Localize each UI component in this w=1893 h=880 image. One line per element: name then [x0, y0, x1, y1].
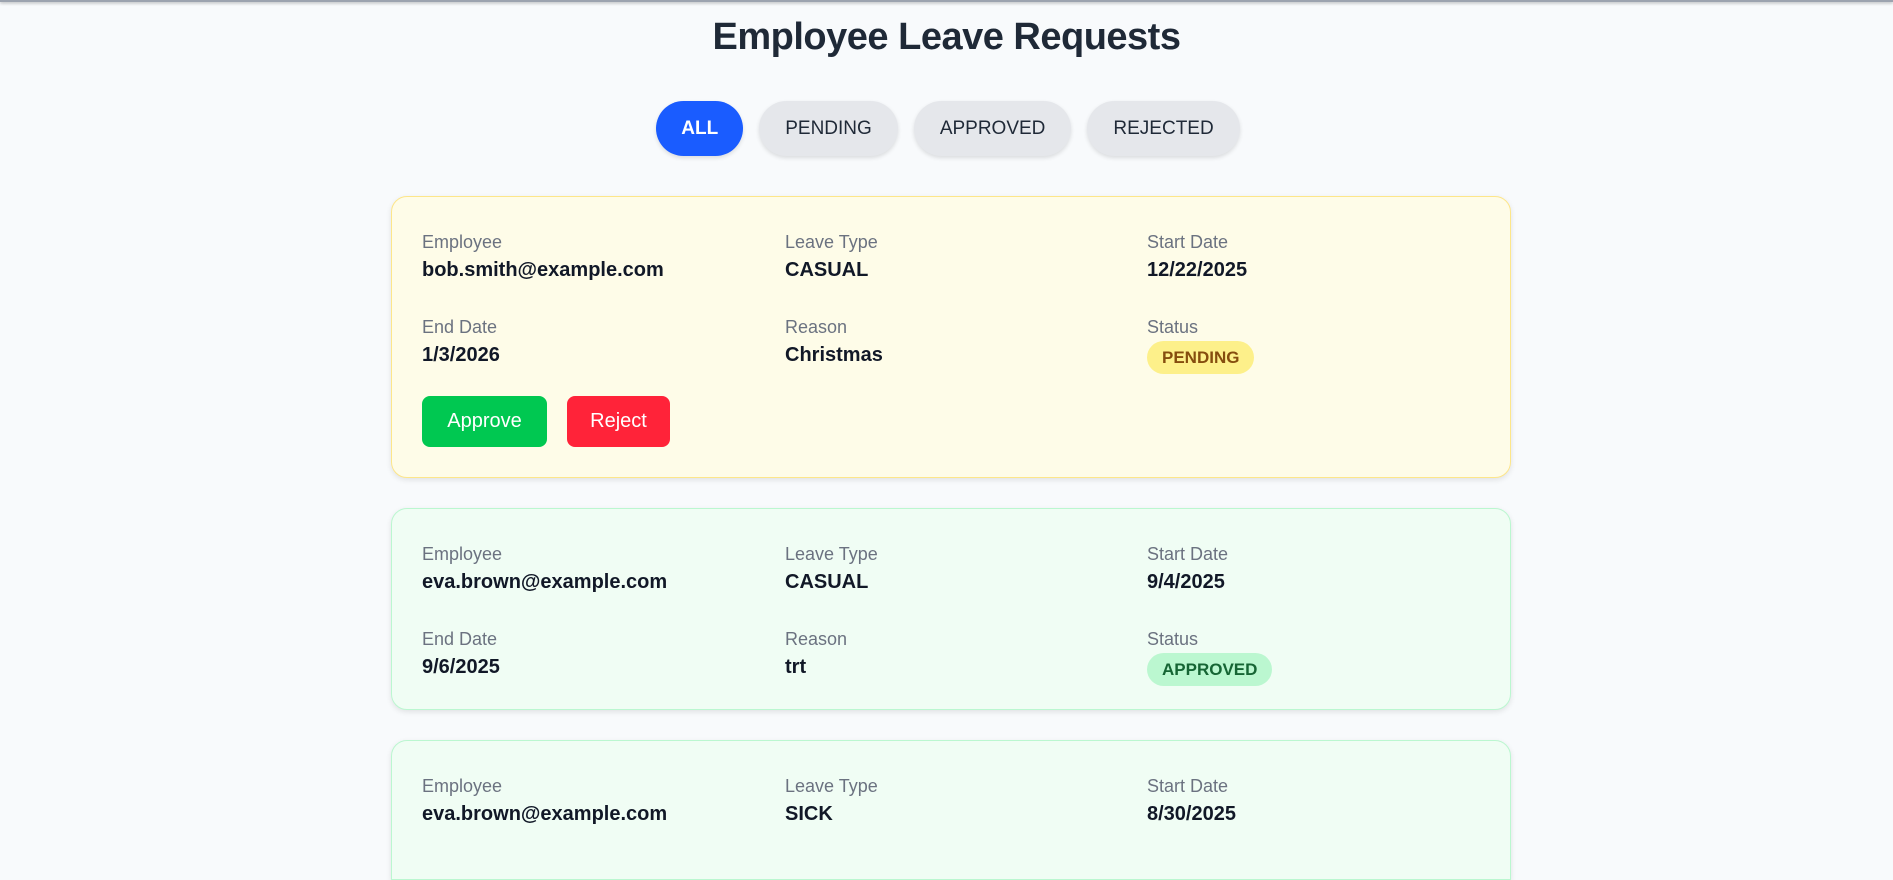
leave-type-label: Leave Type [785, 544, 878, 564]
filter-rejected-button[interactable]: REJECTED [1087, 101, 1240, 156]
start-date-value: 8/30/2025 [1147, 803, 1236, 825]
status-field: Status PENDING [1147, 316, 1255, 374]
employee-label: Employee [422, 544, 503, 564]
start-date-field: Start Date 9/4/2025 [1147, 543, 1228, 595]
status-badge: PENDING [1147, 341, 1255, 374]
start-date-value: 9/4/2025 [1147, 571, 1225, 593]
filter-all-button[interactable]: ALL [656, 101, 744, 156]
leave-request-card: Employee eva.brown@example.com Leave Typ… [391, 740, 1511, 880]
leave-type-field: Leave Type CASUAL [785, 231, 878, 283]
leave-type-field: Leave Type SICK [785, 775, 878, 827]
employee-label: Employee [422, 232, 503, 252]
reason-value: trt [785, 656, 807, 678]
filter-pending-button[interactable]: PENDING [759, 101, 898, 156]
approve-button[interactable]: Approve [422, 396, 547, 447]
reason-label: Reason [785, 629, 848, 649]
employee-field: Employee bob.smith@example.com [422, 231, 664, 283]
employee-value: bob.smith@example.com [422, 259, 664, 281]
reason-field: Reason Christmas [785, 316, 883, 368]
end-date-field: End Date 9/6/2025 [422, 628, 500, 680]
end-date-field: End Date 1/3/2026 [422, 316, 500, 368]
start-date-field: Start Date 12/22/2025 [1147, 231, 1247, 283]
start-date-label: Start Date [1147, 776, 1229, 796]
reason-field: Reason trt [785, 628, 847, 680]
leave-request-card: Employee bob.smith@example.com Leave Typ… [391, 196, 1511, 478]
status-field: Status APPROVED [1147, 628, 1273, 686]
reject-button[interactable]: Reject [567, 396, 670, 447]
filter-approved-button[interactable]: APPROVED [913, 101, 1072, 156]
reason-value: Christmas [785, 344, 883, 366]
end-date-value: 9/6/2025 [422, 656, 500, 678]
start-date-label: Start Date [1147, 232, 1229, 252]
leave-type-label: Leave Type [785, 232, 878, 252]
start-date-label: Start Date [1147, 544, 1229, 564]
leave-type-value: CASUAL [785, 571, 869, 593]
employee-value: eva.brown@example.com [422, 803, 668, 825]
reason-label: Reason [785, 317, 848, 337]
leave-type-value: CASUAL [785, 259, 869, 281]
top-edge-shadow [0, 0, 1893, 2]
page-title: Employee Leave Requests [712, 16, 1181, 58]
status-filter-bar: ALL PENDING APPROVED REJECTED [0, 101, 1893, 156]
leave-request-card: Employee eva.brown@example.com Leave Typ… [391, 508, 1511, 710]
leave-type-label: Leave Type [785, 776, 878, 796]
end-date-label: End Date [422, 629, 498, 649]
employee-label: Employee [422, 776, 503, 796]
leave-type-value: SICK [785, 803, 833, 825]
start-date-field: Start Date 8/30/2025 [1147, 775, 1236, 827]
end-date-label: End Date [422, 317, 498, 337]
employee-value: eva.brown@example.com [422, 571, 668, 593]
leave-type-field: Leave Type CASUAL [785, 543, 878, 595]
start-date-value: 12/22/2025 [1147, 259, 1248, 281]
end-date-value: 1/3/2026 [422, 344, 500, 366]
status-badge: APPROVED [1147, 653, 1273, 686]
employee-field: Employee eva.brown@example.com [422, 775, 667, 827]
status-label: Status [1147, 317, 1199, 337]
employee-field: Employee eva.brown@example.com [422, 543, 667, 595]
status-label: Status [1147, 629, 1199, 649]
